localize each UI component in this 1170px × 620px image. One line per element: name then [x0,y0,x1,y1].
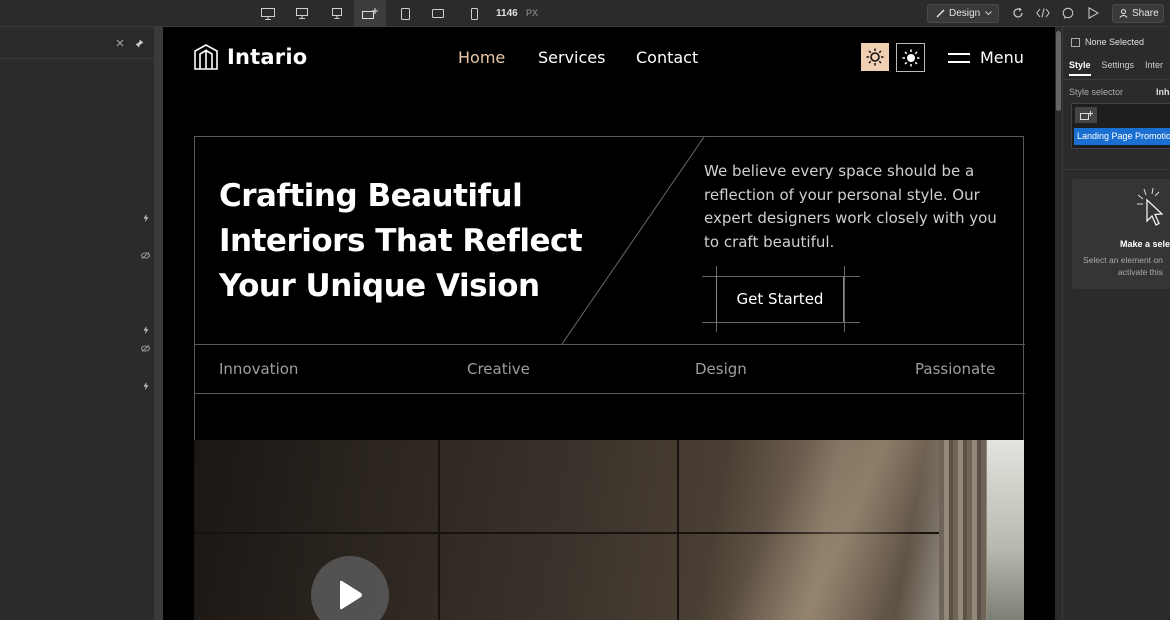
site-logo[interactable]: Intario [193,43,307,71]
lightning-icon[interactable] [141,381,151,391]
checkbox[interactable] [1071,37,1080,47]
lightning-icon[interactable] [141,213,151,223]
desktop-large-icon[interactable] [252,0,284,27]
share-label: Share [1132,8,1159,19]
hero-section: Crafting Beautiful Interiors That Reflec… [194,136,1025,440]
brand-name: Intario [227,45,308,69]
hero-title: Crafting Beautiful Interiors That Reflec… [219,178,583,304]
light-beam [714,440,944,620]
share-button[interactable]: Share [1112,4,1164,23]
desktop-icon[interactable] [286,0,318,27]
tab-style[interactable]: Style [1069,60,1091,76]
hero-description: We believe every space should be a refle… [704,162,997,251]
tag-item: Innovation [219,360,299,378]
collapse-icon[interactable] [115,38,125,48]
tablet-landscape-icon[interactable] [422,0,454,27]
selection-status[interactable]: None Selected [1071,37,1144,47]
empty-text: activate this [1118,267,1163,277]
preview-play-icon[interactable] [1086,6,1100,20]
custom-width-icon[interactable] [354,0,386,27]
editor-toolbar: 1146 PX Design Share [0,0,1170,27]
left-panel-header [0,27,154,59]
canvas-width-unit[interactable]: PX [526,8,538,18]
empty-text: Select an element on [1083,255,1163,265]
tag-item: Creative [467,360,530,378]
refresh-icon[interactable] [1011,6,1025,20]
mode-dropdown[interactable]: Design [927,4,999,23]
inherit-label[interactable]: Inhe [1156,87,1170,97]
code-icon[interactable] [1036,6,1050,20]
curtain [939,440,987,620]
window [987,440,1024,620]
sun-icon [902,49,919,66]
cursor-click-icon [1137,187,1164,226]
user-icon [1119,9,1128,18]
hamburger-icon [948,52,970,63]
brush-icon [936,9,945,18]
right-panel: None Selected Style Settings Inter Style… [1062,27,1170,620]
mobile-icon[interactable] [458,0,490,27]
nav-contact[interactable]: Contact [636,48,698,67]
logo-mark-icon [194,44,218,70]
comment-icon[interactable] [1061,6,1075,20]
laptop-icon[interactable] [321,0,353,27]
tag-item: Design [695,360,747,378]
light-theme-button[interactable] [861,43,889,71]
cta-frame: Get Started [702,266,860,332]
empty-state-card: Make a sele Select an element on activat… [1072,179,1170,289]
get-started-button[interactable]: Get Started [716,276,844,322]
design-canvas[interactable]: Intario Home Services Contact Menu Craft… [163,27,1055,620]
play-icon [340,580,362,610]
sun-icon [866,48,884,66]
tab-interactions[interactable]: Inter [1145,60,1163,76]
hidden-eye-icon[interactable] [140,343,150,353]
hero-video[interactable] [194,440,1024,620]
mode-label: Design [949,8,981,19]
dark-theme-button[interactable] [896,43,925,72]
tablet-icon[interactable] [389,0,421,27]
menu-label: Menu [980,48,1024,67]
style-selector-field[interactable]: Landing Page Promotio [1071,103,1170,149]
left-panel-scrollbar[interactable] [155,27,163,620]
selection-label: None Selected [1085,37,1145,47]
canvas-scrollbar[interactable] [1055,27,1062,620]
empty-title: Make a sele [1120,239,1170,249]
play-button[interactable] [311,556,389,620]
tags-row: Innovation Creative Design Passionate [195,344,1025,394]
pin-icon[interactable] [134,38,144,48]
left-panel [0,27,155,620]
tag-item: Passionate [915,360,996,378]
hidden-eye-icon[interactable] [140,250,150,260]
lightning-icon[interactable] [141,325,151,335]
menu-button[interactable]: Menu [948,48,1024,67]
selector-chip[interactable]: Landing Page Promotio [1074,128,1170,145]
style-selector-label: Style selector [1069,87,1124,97]
selector-add-icon[interactable] [1075,107,1097,123]
nav-services[interactable]: Services [538,48,605,67]
canvas-width-value[interactable]: 1146 [496,8,518,19]
panel-tabs: Style Settings Inter [1069,60,1163,76]
chevron-down-icon [985,11,992,16]
tab-settings[interactable]: Settings [1102,60,1135,76]
nav-home[interactable]: Home [458,48,505,67]
